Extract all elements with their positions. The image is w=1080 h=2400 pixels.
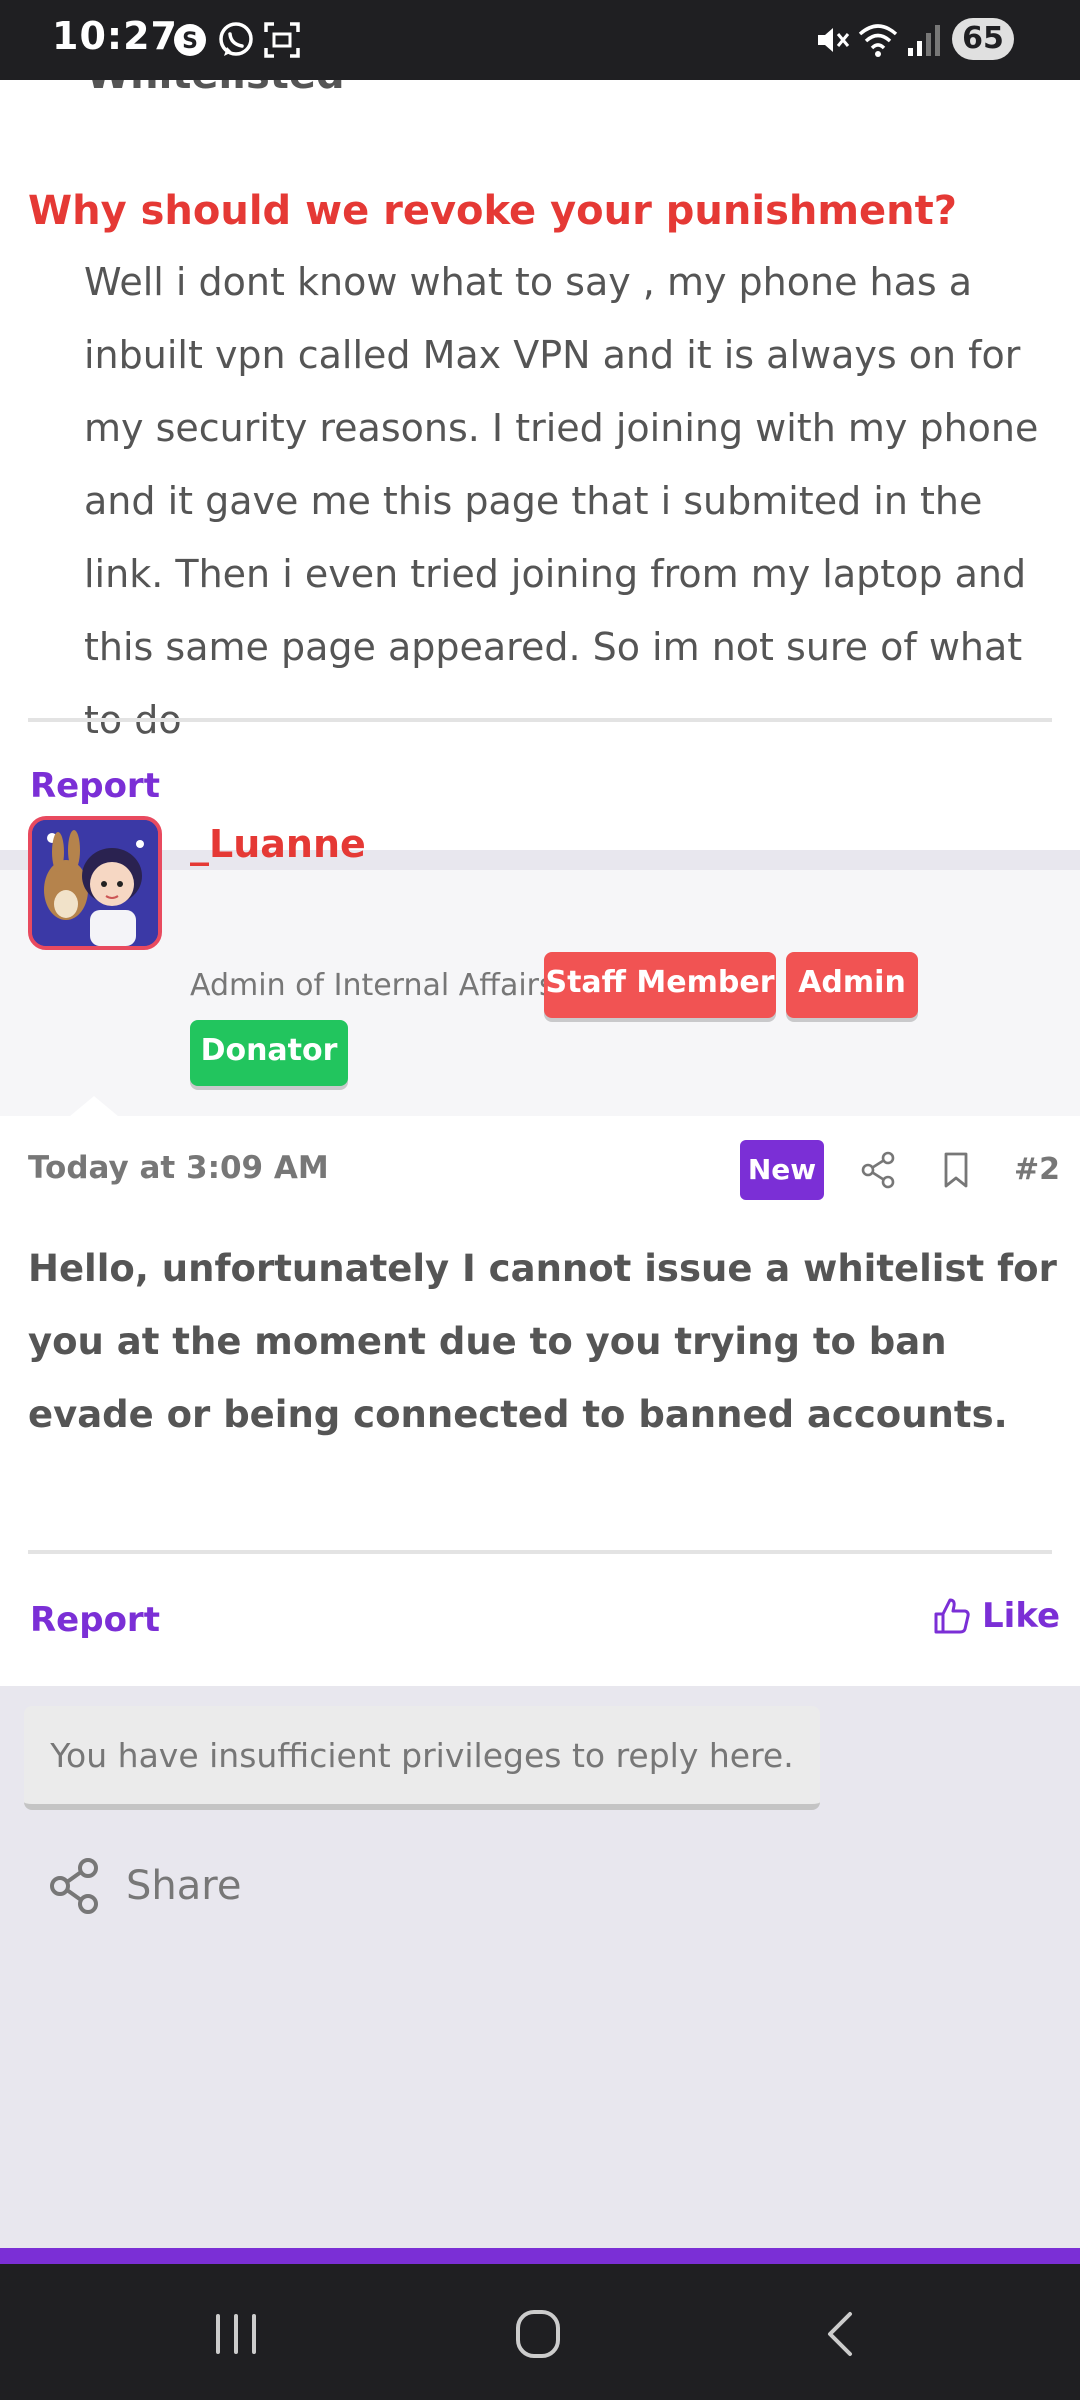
skype-icon: S: [174, 24, 206, 56]
recent-apps-icon[interactable]: [206, 2306, 266, 2362]
bookmark-icon[interactable]: [934, 1148, 978, 1192]
share-button[interactable]: Share: [48, 1856, 241, 1916]
like-label: Like: [982, 1596, 1061, 1636]
cut-off-field-value: Whitelisted: [86, 80, 345, 98]
back-icon[interactable]: [812, 2306, 872, 2362]
status-bar: 10:27 S 65: [0, 0, 1080, 80]
post-1: Whitelisted Why should we revoke your pu…: [0, 80, 1080, 850]
wifi-icon: [858, 24, 898, 57]
post-number[interactable]: #2: [1014, 1152, 1060, 1187]
share-label: Share: [126, 1863, 242, 1909]
appeal-question: Why should we revoke your punishment?: [28, 188, 957, 234]
battery-level: 65: [952, 18, 1014, 60]
like-button[interactable]: Like: [932, 1596, 1060, 1636]
post-divider: [28, 1550, 1052, 1554]
status-time: 10:27: [52, 14, 178, 58]
mute-icon: [818, 28, 850, 52]
username[interactable]: _Luanne: [190, 822, 366, 866]
user-title: Admin of Internal Affairs: [190, 968, 555, 1003]
screenshot-icon: [264, 22, 300, 58]
bottom-accent-bar: [0, 2248, 1080, 2264]
post-message: Hello, unfortunately I cannot issue a wh…: [28, 1247, 1057, 1436]
avatar-image: [32, 820, 158, 946]
staff-member-badge: Staff Member: [544, 952, 776, 1018]
avatar[interactable]: [28, 816, 162, 950]
header-pointer: [70, 1096, 118, 1116]
report-link[interactable]: Report: [30, 766, 160, 806]
appeal-answer: Well i dont know what to say , my phone …: [84, 260, 1039, 742]
donator-badge: Donator: [190, 1020, 348, 1086]
post-date[interactable]: Today at 3:09 AM: [28, 1150, 329, 1186]
insufficient-privileges-notice: You have insufficient privileges to repl…: [24, 1706, 820, 1810]
post-divider: [28, 718, 1052, 722]
share-icon[interactable]: [856, 1148, 900, 1192]
whatsapp-icon: [219, 22, 253, 56]
thumbs-up-icon: [934, 1598, 970, 1634]
admin-badge: Admin: [786, 952, 918, 1018]
report-link[interactable]: Report: [30, 1600, 160, 1640]
share-icon: [50, 1858, 98, 1914]
system-nav-bar: [0, 2264, 1080, 2400]
svg-text:S: S: [182, 29, 198, 54]
post-separator: [0, 850, 1080, 870]
signal-icon: [908, 25, 940, 56]
new-badge: New: [740, 1140, 824, 1200]
home-icon[interactable]: [508, 2306, 568, 2362]
